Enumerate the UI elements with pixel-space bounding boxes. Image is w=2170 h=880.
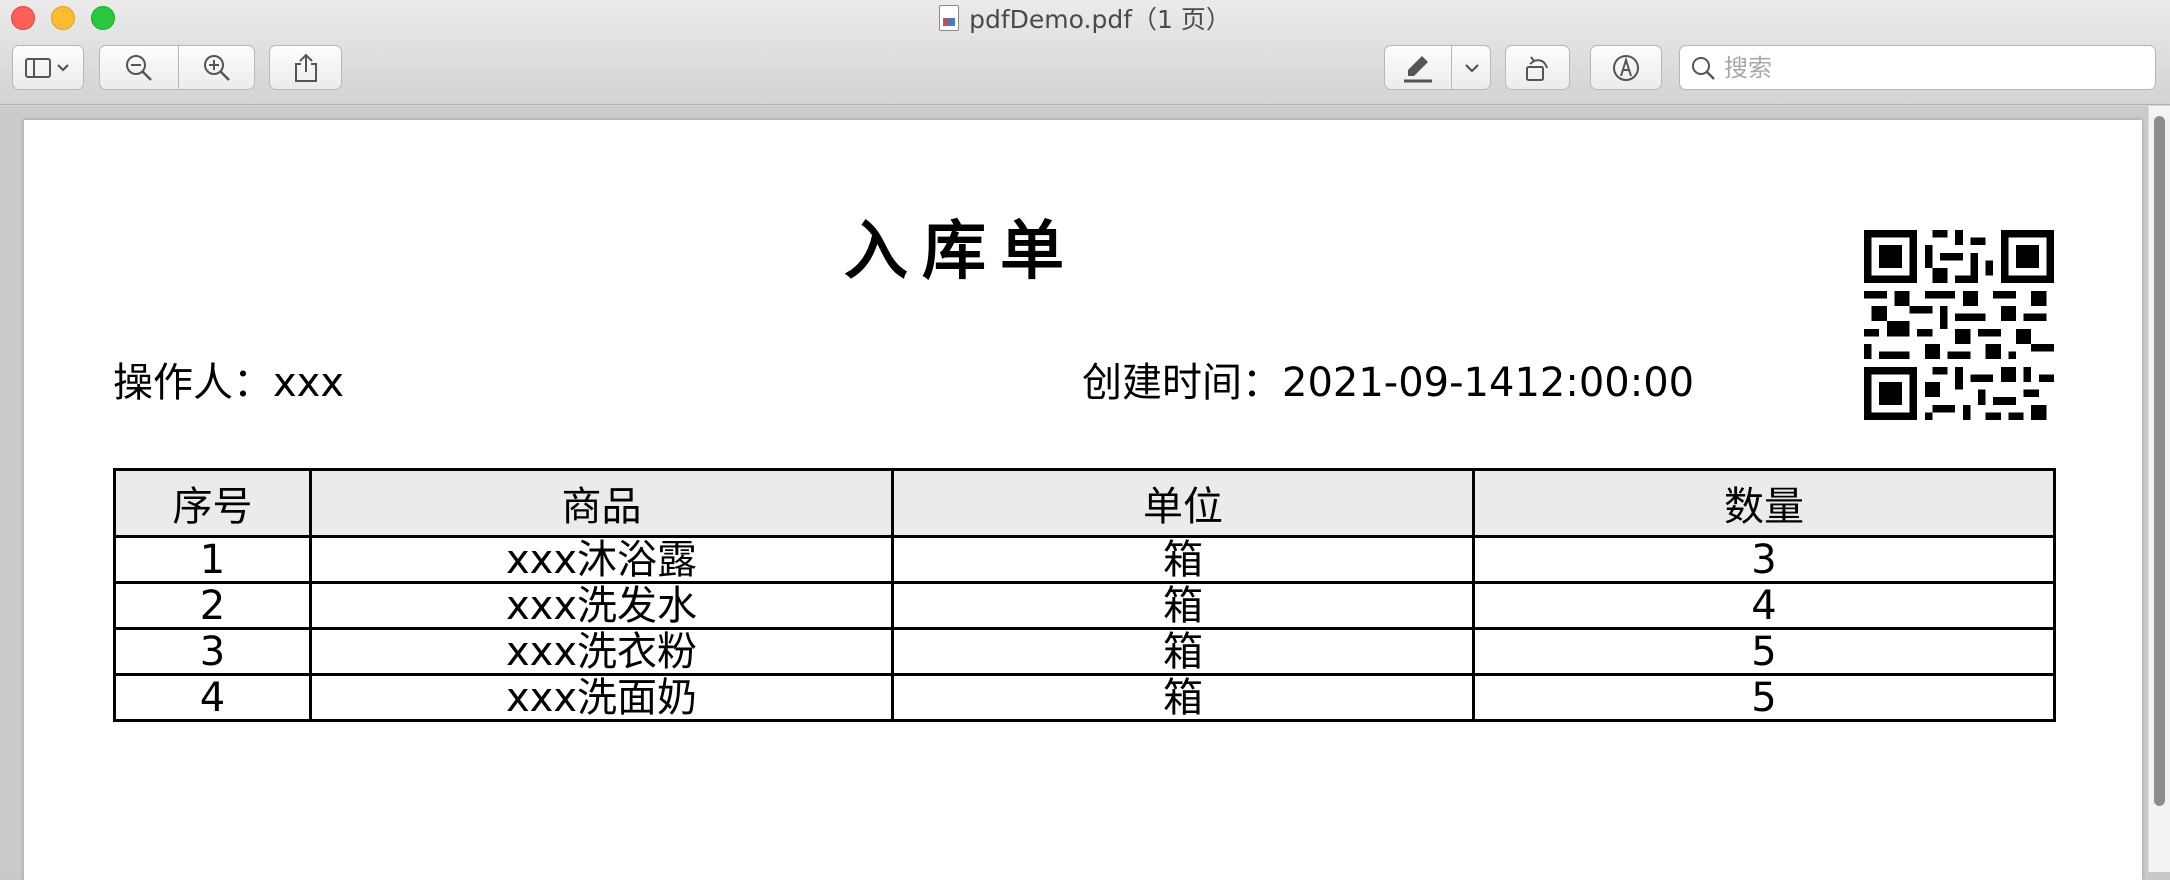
sidebar-toggle-button[interactable]: [12, 45, 84, 90]
header-quantity: 数量: [1472, 468, 2056, 538]
cell-unit: 箱: [891, 535, 1475, 584]
search-input[interactable]: [1724, 53, 2144, 82]
markup-icon: [1613, 54, 1639, 81]
zoom-out-icon: [126, 54, 152, 81]
table-header-row: 序号 商品 单位 数量: [113, 468, 2056, 538]
cell-index: 4: [113, 673, 312, 722]
header-index: 序号: [113, 468, 312, 538]
cell-product: xxx洗发水: [309, 581, 894, 630]
cell-index: 3: [113, 627, 312, 676]
operator-label: 操作人：xxx: [113, 360, 345, 406]
cell-quantity: 4: [1472, 581, 2056, 630]
pdf-document-icon: [939, 5, 960, 31]
cell-product: xxx洗面奶: [309, 673, 894, 722]
document-title: 入库单: [844, 215, 1078, 289]
pdf-page: 入库单 操作人：xxx 创建时间：2021-09-1412:00:00 序号 商…: [24, 120, 2142, 880]
share-icon: [294, 53, 317, 82]
window-title-text: pdfDemo.pdf（1 页）: [969, 5, 1231, 34]
share-button[interactable]: [269, 45, 342, 90]
cell-product: xxx沐浴露: [309, 535, 894, 584]
cell-index: 2: [113, 581, 312, 630]
created-time-label: 创建时间：2021-09-1412:00:00: [1082, 360, 1695, 406]
search-field[interactable]: [1679, 45, 2156, 90]
preview-window: pdfDemo.pdf（1 页） 搜索 入库单 操作人：xxx 创建时间：202…: [0, 0, 2170, 880]
title-toolbar: pdfDemo.pdf（1 页）: [0, 0, 2170, 105]
cell-quantity: 3: [1472, 535, 2056, 584]
chevron-down-icon: [1464, 63, 1479, 73]
cell-unit: 箱: [891, 581, 1475, 630]
cell-product: xxx洗衣粉: [309, 627, 894, 676]
header-product: 商品: [309, 468, 894, 538]
document-viewer: 入库单 操作人：xxx 创建时间：2021-09-1412:00:00 序号 商…: [0, 106, 2170, 880]
vertical-scrollbar[interactable]: [2148, 106, 2170, 872]
scrollbar-thumb[interactable]: [2154, 116, 2165, 806]
highlight-button[interactable]: [1385, 46, 1451, 89]
table-row: 1 xxx沐浴露 箱 3: [113, 535, 2056, 584]
table-row: 4 xxx洗面奶 箱 5: [113, 673, 2056, 722]
zoom-out-button[interactable]: [100, 46, 178, 89]
highlight-icon: [1404, 55, 1432, 82]
rotate-button[interactable]: [1505, 45, 1570, 90]
cell-quantity: 5: [1472, 627, 2056, 676]
qr-code-icon: [1864, 230, 2054, 420]
rotate-icon: [1525, 55, 1548, 81]
cell-unit: 箱: [891, 627, 1475, 676]
zoom-in-icon: [204, 54, 230, 81]
markup-button[interactable]: [1590, 45, 1662, 90]
table-row: 3 xxx洗衣粉 箱 5: [113, 627, 2056, 676]
zoom-in-button[interactable]: [179, 46, 255, 89]
table-row: 2 xxx洗发水 箱 4: [113, 581, 2056, 630]
cell-quantity: 5: [1472, 673, 2056, 722]
cell-index: 1: [113, 535, 312, 584]
items-table: 序号 商品 单位 数量 1 xxx沐浴露 箱 3 2 xxx洗发水 箱 4 3 …: [113, 468, 2056, 722]
window-title: pdfDemo.pdf（1 页）: [0, 0, 2170, 36]
highlight-options-button[interactable]: [1452, 46, 1491, 89]
zoom-control: [99, 45, 255, 90]
highlight-control: [1384, 45, 1491, 90]
header-unit: 单位: [891, 468, 1475, 538]
sidebar-icon: [25, 57, 69, 78]
cell-unit: 箱: [891, 673, 1475, 722]
search-icon: [1692, 56, 1715, 80]
